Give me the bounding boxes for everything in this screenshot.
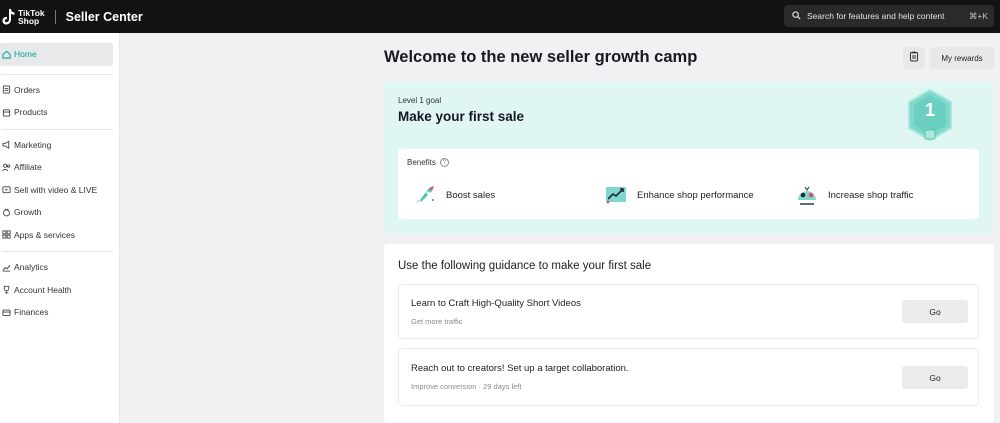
- sidebar-item-growth[interactable]: Growth: [0, 201, 113, 224]
- topbar-divider: [54, 9, 56, 24]
- benefit-label: Boost sales: [446, 189, 496, 201]
- sidebar-divider: [2, 128, 113, 130]
- benefit-enhance-shop-performance: Enhance shop performance: [603, 182, 754, 208]
- clipboard-icon: [909, 49, 919, 67]
- sidebar-item-label: Products: [14, 107, 48, 118]
- orders-icon: [1, 85, 11, 95]
- benefit-label: Enhance shop performance: [637, 189, 754, 201]
- task-title: Learn to Craft High-Quality Short Videos: [411, 298, 581, 309]
- sidebar-item-apps-services[interactable]: Apps & services: [0, 224, 113, 247]
- top-bar: TikTok Shop Seller Center Search for fea…: [0, 0, 1000, 33]
- sidebar-item-sell-with-video-live[interactable]: Sell with video & LIVE: [0, 179, 113, 202]
- task-subtitle: Get more traffic: [411, 317, 463, 326]
- affiliate-icon: [1, 162, 11, 172]
- sidebar-item-label: Apps & services: [14, 229, 75, 240]
- sidebar-item-label: Account Health: [14, 284, 72, 295]
- app-title: Seller Center: [65, 9, 143, 24]
- level-badge: 1: [904, 88, 956, 144]
- sidebar-divider: [2, 251, 113, 252]
- sidebar-item-orders[interactable]: Orders: [0, 79, 113, 102]
- sidebar-item-products[interactable]: Products: [0, 101, 113, 124]
- my-rewards-button[interactable]: My rewards: [930, 47, 994, 69]
- benefit-boost-sales: Boost sales: [412, 182, 495, 208]
- search-bar[interactable]: Search for features and help content ⌘+K: [784, 5, 994, 27]
- search-icon: [792, 7, 801, 25]
- traffic-icon: [794, 182, 820, 208]
- task-title: Reach out to creators! Set up a target c…: [411, 363, 629, 374]
- sidebar-item-label: Orders: [14, 84, 40, 95]
- sidebar-item-label: Home: [14, 49, 37, 60]
- sidebar-item-label: Affiliate: [14, 162, 42, 173]
- rules-button[interactable]: [903, 47, 925, 69]
- page-title: Welcome to the new seller growth camp: [384, 48, 698, 66]
- goal-level: Level 1 goal: [398, 96, 442, 105]
- sidebar-item-account-health[interactable]: Account Health: [0, 279, 113, 302]
- sidebar-item-affiliate[interactable]: Affiliate: [0, 156, 113, 179]
- search-placeholder: Search for features and help content: [807, 11, 945, 21]
- task-item: Learn to Craft High-Quality Short Videos…: [398, 284, 979, 339]
- benefit-increase-shop-traffic: Increase shop traffic: [794, 182, 913, 208]
- chart-up-icon: [603, 182, 629, 208]
- benefits-label: Benefits ?: [407, 158, 449, 167]
- benefit-label: Increase shop traffic: [828, 189, 914, 201]
- sidebar: Home Orders Products Marketing Affiliate…: [0, 33, 120, 423]
- task-item: Reach out to creators! Set up a target c…: [398, 348, 979, 406]
- apps-icon: [1, 230, 11, 240]
- benefits-panel: Benefits ? Boost sales Enhance shop perf…: [398, 149, 979, 219]
- logo-line-2: Shop: [18, 15, 40, 26]
- megaphone-icon: [1, 140, 11, 150]
- sidebar-item-finances[interactable]: Finances: [0, 301, 113, 324]
- analytics-icon: [1, 262, 11, 272]
- sidebar-item-home[interactable]: Home: [0, 43, 113, 66]
- growth-icon: [1, 207, 11, 217]
- level-badge-number: 1: [924, 100, 935, 120]
- sidebar-item-analytics[interactable]: Analytics: [0, 256, 113, 279]
- search-shortcut: ⌘+K: [968, 10, 988, 21]
- finances-icon: [1, 307, 11, 317]
- task-subtitle: Improve conversion · 29 days left: [411, 382, 522, 391]
- goal-card: Level 1 goal Make your first sale 1 Bene…: [384, 82, 994, 234]
- guidance-card: Use the following guidance to make your …: [384, 244, 994, 423]
- products-icon: [1, 107, 11, 117]
- go-button[interactable]: Go: [902, 300, 968, 323]
- sidebar-item-label: Analytics: [14, 262, 49, 273]
- sidebar-item-label: Sell with video & LIVE: [14, 184, 98, 195]
- sidebar-item-label: Marketing: [14, 139, 52, 150]
- trophy-icon: [1, 285, 11, 295]
- go-button[interactable]: Go: [902, 366, 968, 389]
- guidance-title: Use the following guidance to make your …: [398, 260, 652, 272]
- tiktok-shop-logo[interactable]: TikTok Shop: [2, 8, 45, 26]
- video-icon: [1, 185, 11, 195]
- help-icon[interactable]: ?: [439, 158, 449, 167]
- sidebar-divider: [2, 73, 113, 75]
- sidebar-item-label: Growth: [14, 207, 42, 218]
- goal-title: Make your first sale: [398, 109, 525, 124]
- benefits-label-text: Benefits: [407, 158, 436, 167]
- sidebar-item-label: Finances: [14, 307, 49, 318]
- home-icon: [1, 49, 11, 59]
- rocket-icon: [412, 182, 438, 208]
- tiktok-logo-icon: [2, 8, 16, 26]
- sidebar-item-marketing[interactable]: Marketing: [0, 134, 113, 157]
